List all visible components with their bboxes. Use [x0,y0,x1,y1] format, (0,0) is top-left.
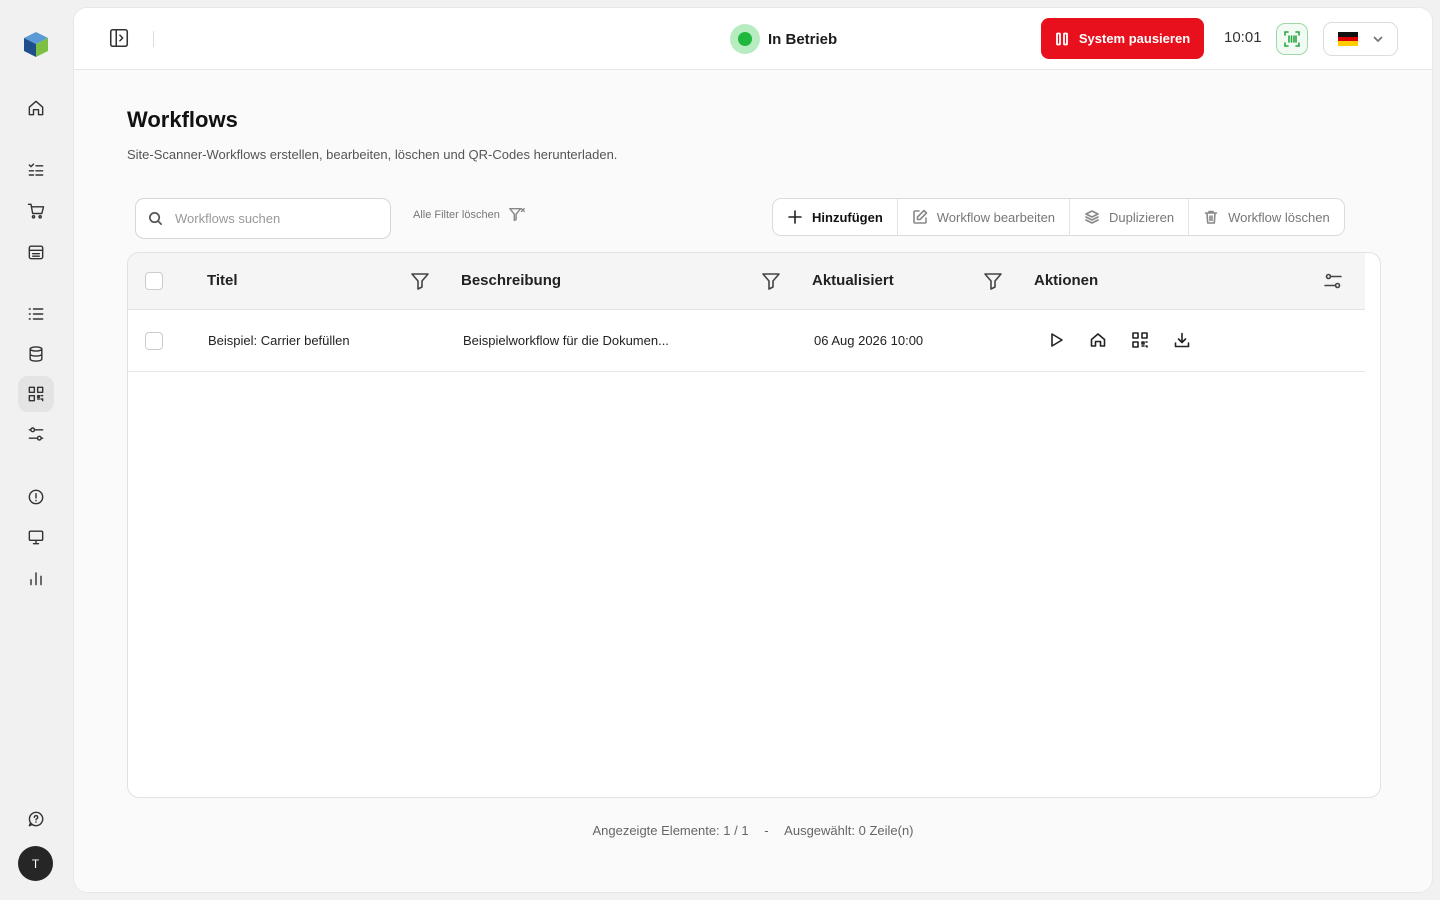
list-icon [28,308,44,320]
sidebar-item-alerts[interactable] [18,479,54,515]
table-row[interactable]: Beispiel: Carrier befüllen Beispielworkf… [128,310,1365,372]
search-input[interactable] [175,211,365,226]
filter-updated-button[interactable] [983,271,1003,291]
german-flag-icon [1338,32,1358,47]
selected-count: Ausgewählt: 0 Zeile(n) [784,823,914,838]
filter-title-button[interactable] [410,271,430,291]
column-header-actions: Aktionen [1034,272,1099,289]
table-header: Titel Beschreibung Aktualisiert Aktionen [128,253,1365,310]
divider [153,31,154,47]
column-settings-button[interactable] [1323,271,1343,291]
language-select[interactable] [1323,22,1398,56]
sidebar-item-home[interactable] [18,90,54,126]
run-workflow-button[interactable] [1047,331,1067,351]
column-header-title[interactable]: Titel [207,272,238,289]
delete-label: Workflow löschen [1228,209,1330,225]
clear-filters-label: Alle Filter löschen [413,209,500,221]
barcode-scan-icon [1284,31,1300,47]
sliders-icon [28,427,44,441]
table-footer: Angezeigte Elemente: 1 / 1 - Ausgewählt:… [74,823,1432,838]
page-subtitle: Site-Scanner-Workflows erstellen, bearbe… [127,147,618,162]
sidebar-item-statistics[interactable] [18,560,54,596]
workflows-table: Titel Beschreibung Aktualisiert Aktionen… [127,252,1381,798]
sidebar-item-workflows[interactable] [18,376,54,412]
pause-icon [1055,32,1068,45]
delete-workflow-button[interactable]: Workflow löschen [1189,199,1344,235]
status-indicator [730,24,760,54]
page-title: Workflows [127,107,238,132]
monitor-icon [28,530,44,545]
sidebar-item-database[interactable] [18,336,54,372]
action-button-group: Hinzufügen Workflow bearbeiten Duplizier… [772,198,1345,236]
add-button[interactable]: Hinzufügen [773,199,898,235]
row-description: Beispielworkflow für die Dokumen... [463,333,669,348]
layers-icon [1085,210,1099,224]
edit-icon [912,209,928,224]
row-title: Beispiel: Carrier befüllen [208,333,350,348]
edit-label: Workflow bearbeiten [936,209,1056,225]
sidebar-item-archive[interactable] [18,234,54,270]
cart-icon [27,203,45,219]
column-header-description[interactable]: Beschreibung [461,272,561,289]
system-status: In Betrieb [730,24,837,54]
help-icon [28,811,44,827]
pause-label: System pausieren [1078,31,1191,46]
edit-workflow-button[interactable]: Workflow bearbeiten [898,199,1071,235]
clock: 10:01 [1224,29,1262,46]
home-icon [1090,333,1106,347]
column-header-updated[interactable]: Aktualisiert [812,272,894,289]
row-updated: 06 Aug 2026 10:00 [814,333,924,348]
sidebar-item-settings[interactable] [18,416,54,452]
plus-icon [788,210,802,224]
sidebar: T [0,0,72,900]
workflow-home-button[interactable] [1089,331,1109,351]
sidebar-item-orders[interactable] [18,193,54,229]
avatar[interactable]: T [18,846,53,881]
status-text: In Betrieb [768,30,838,48]
filter-clear-icon [508,207,525,222]
checklist-icon [28,163,44,176]
scanner-button[interactable] [1276,23,1308,55]
bar-chart-icon [30,572,42,586]
sidebar-item-tasks[interactable] [18,152,54,188]
filter-icon [762,273,780,290]
sidebar-item-help[interactable] [18,801,54,837]
archive-icon [28,245,44,260]
database-icon [29,346,43,362]
shown-count: Angezeigte Elemente: 1 / 1 [592,823,749,838]
pause-system-button[interactable]: System pausieren [1041,18,1204,59]
add-label: Hinzufügen [812,209,883,225]
play-icon [1051,333,1063,347]
home-icon [28,100,44,116]
sidebar-toggle-button[interactable] [108,27,132,51]
qr-code-icon [1132,332,1148,348]
app-logo[interactable] [22,30,50,58]
sidebar-item-lists[interactable] [18,296,54,332]
panel-toggle-icon [109,28,129,48]
duplicate-label: Duplizieren [1109,209,1175,225]
qr-code-button[interactable] [1131,331,1151,351]
sliders-icon [1324,273,1342,289]
main-panel: In Betrieb System pausieren 10:01 Workfl… [73,7,1433,893]
duplicate-button[interactable]: Duplizieren [1070,199,1190,235]
trash-icon [1204,210,1218,224]
top-bar: In Betrieb System pausieren 10:01 [74,8,1432,70]
select-all-checkbox[interactable] [145,272,163,290]
footer-separator: - [764,823,769,838]
filter-icon [411,273,429,290]
filter-description-button[interactable] [761,271,781,291]
chevron-down-icon [1373,36,1383,43]
alert-circle-icon [28,489,44,505]
download-icon [1174,332,1190,348]
filter-icon [984,273,1002,290]
clear-filters-button[interactable]: Alle Filter löschen [413,206,526,224]
search-box[interactable] [135,198,391,239]
download-button[interactable] [1173,331,1193,351]
qr-code-icon [28,386,44,402]
row-checkbox[interactable] [145,332,163,350]
search-icon [149,212,162,225]
sidebar-item-monitor[interactable] [18,519,54,555]
